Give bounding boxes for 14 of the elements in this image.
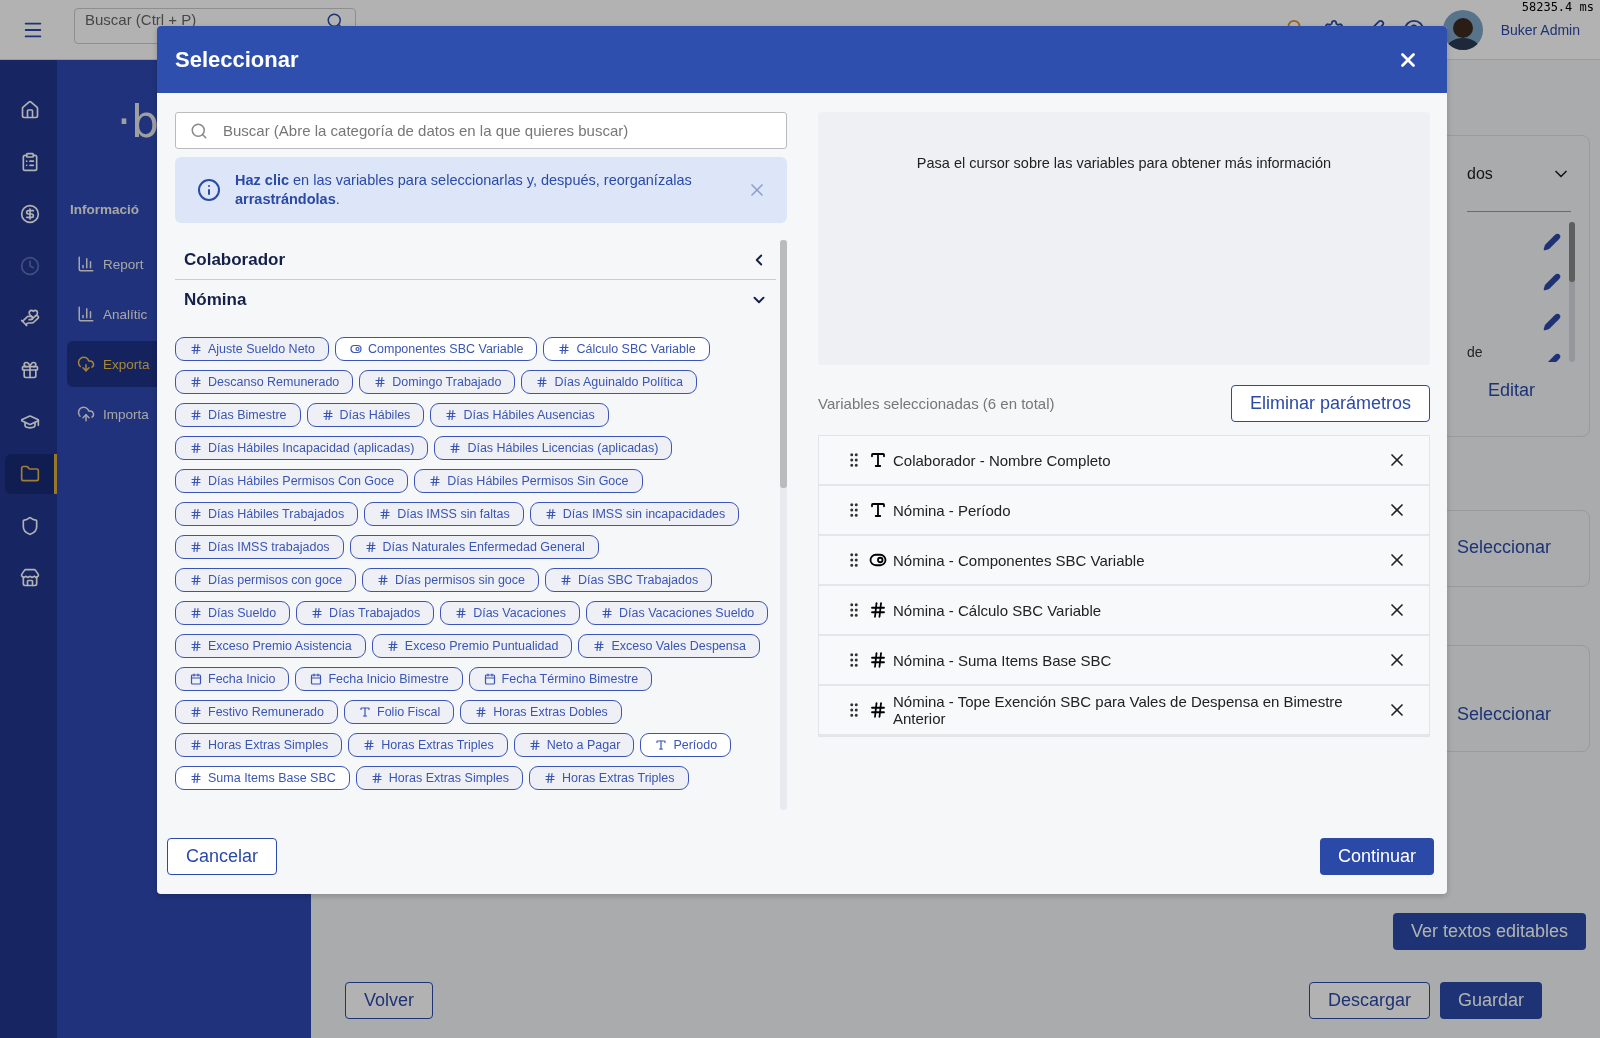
dialog-title: Seleccionar <box>175 46 299 73</box>
sidebar-heading: Informació <box>70 202 139 217</box>
variable-label: Nómina - Tope Exención SBC para Vales de Despensa en Bimestre Anterior <box>893 693 1344 727</box>
selected-count-label: Variables seleccionadas (6 en total) <box>818 395 1055 412</box>
info-text: Haz clic en las variables para seleccionarlas y, después, reorganízalas arrastrándolas. <box>235 171 693 209</box>
variable-label: Colaborador - Nombre Completo <box>893 451 1112 469</box>
variable-label: Nómina - Componentes SBC Variable <box>893 551 1146 569</box>
variable-label: Nómina - Suma Items Base SBC <box>893 651 1113 669</box>
field-label: de <box>1467 343 1483 360</box>
hint-text: Pasa el cursor sobre las variables para obtener más información <box>916 155 1332 171</box>
logo: ·b <box>117 96 159 149</box>
card-title: dos <box>1467 164 1493 183</box>
variable-label: Nómina - Período <box>893 501 1012 519</box>
variable-label: Nómina - Cálculo SBC Variable <box>893 601 1103 619</box>
